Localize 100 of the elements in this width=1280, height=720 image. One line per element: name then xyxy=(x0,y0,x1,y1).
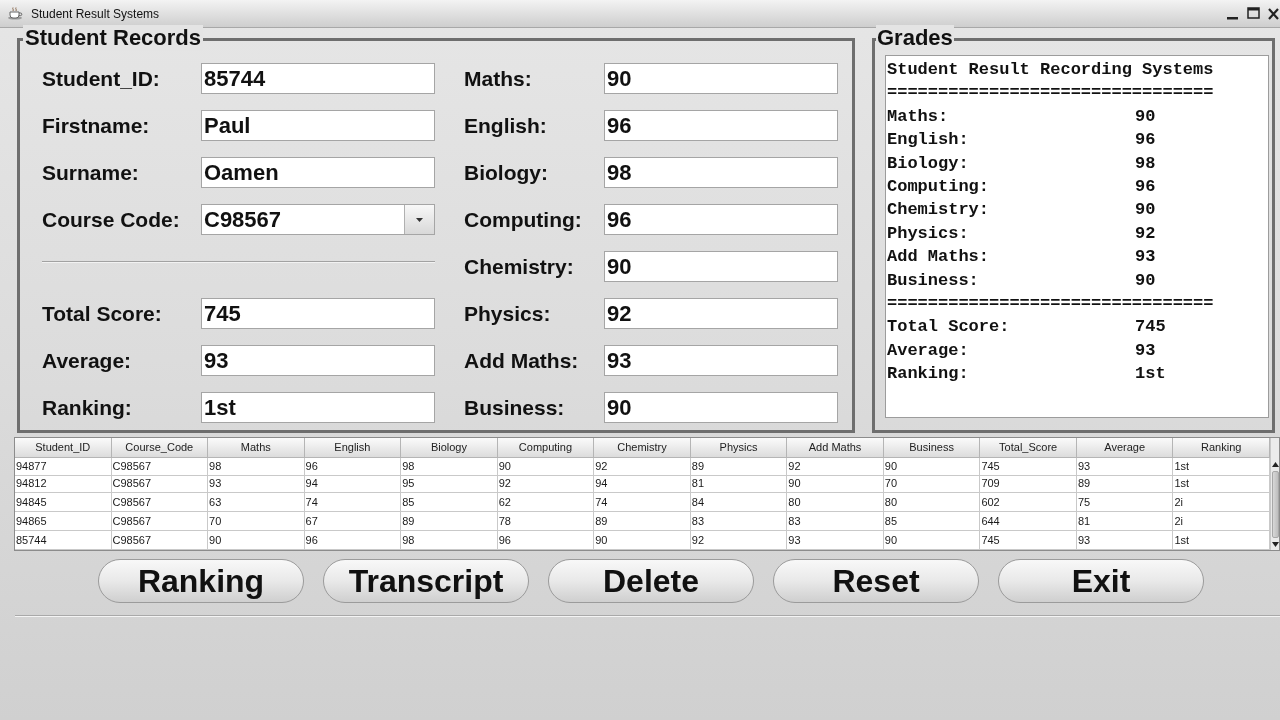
table-cell: 85744 xyxy=(15,531,112,550)
action-button[interactable]: Reset xyxy=(773,559,979,603)
column-header[interactable]: Computing xyxy=(497,438,595,458)
text-field[interactable]: 90 xyxy=(604,392,838,423)
column-header[interactable]: Chemistry xyxy=(594,438,691,458)
field-label: Ranking: xyxy=(42,394,133,421)
text-field[interactable]: 98 xyxy=(604,157,838,188)
maximize-icon[interactable] xyxy=(1247,7,1260,20)
text-field[interactable]: 96 xyxy=(604,110,838,141)
scrollbar[interactable] xyxy=(1270,438,1279,550)
table-cell: 89 xyxy=(1076,474,1174,493)
table-cell: 93 xyxy=(1076,531,1174,550)
table-cell: 84 xyxy=(690,493,788,512)
text-field[interactable]: 93 xyxy=(201,345,435,376)
column-header[interactable]: Student_ID xyxy=(15,438,112,458)
column-header[interactable]: Business xyxy=(883,438,981,458)
scroll-down-arrow-icon[interactable] xyxy=(1271,542,1279,547)
action-button[interactable]: Ranking xyxy=(98,559,304,603)
table-cell: 96 xyxy=(304,531,402,550)
separator-line-text: ================================ xyxy=(887,293,1214,313)
table-cell: 74 xyxy=(304,493,402,512)
table-cell: C98567 xyxy=(111,512,209,531)
text-field[interactable]: 93 xyxy=(604,345,838,376)
table-cell: 80 xyxy=(883,493,981,512)
table-cell: 1st xyxy=(1173,474,1270,493)
dropdown-value: C98567 xyxy=(203,206,283,234)
report-label: Average: xyxy=(887,340,969,360)
report-label: Computing: xyxy=(887,176,990,196)
table-cell: 90 xyxy=(787,474,884,493)
text-field[interactable]: 90 xyxy=(604,63,838,94)
report-label: Ranking: xyxy=(887,364,969,384)
text-field[interactable]: Paul xyxy=(201,110,435,141)
table-cell: C98567 xyxy=(111,458,209,476)
table-cell: 89 xyxy=(594,512,691,531)
table-cell: 90 xyxy=(883,458,981,476)
report-label: Physics: xyxy=(887,223,969,243)
table-cell: 95 xyxy=(401,474,498,493)
table-cell: 94 xyxy=(304,474,402,493)
scroll-up-arrow-icon[interactable] xyxy=(1271,462,1279,467)
table-cell: 745 xyxy=(980,531,1077,550)
column-header[interactable]: English xyxy=(304,438,402,458)
table-cell: 74 xyxy=(594,493,691,512)
table-cell: C98567 xyxy=(111,531,209,550)
table-cell: 94877 xyxy=(15,458,112,476)
action-button[interactable]: Exit xyxy=(998,559,1204,603)
text-field[interactable]: 92 xyxy=(604,298,838,329)
table-cell: 93 xyxy=(1076,458,1174,476)
table-cell: 1st xyxy=(1173,531,1270,550)
table-cell: 2i xyxy=(1173,512,1270,531)
table-cell: 96 xyxy=(497,531,595,550)
report-label: English: xyxy=(887,130,969,150)
table-cell: 94845 xyxy=(15,493,112,512)
table-cell: 90 xyxy=(497,458,595,476)
caret-icon xyxy=(416,217,423,222)
field-label: Course Code: xyxy=(42,206,181,233)
text-field[interactable]: 96 xyxy=(604,204,838,235)
table-cell: 93 xyxy=(787,531,884,550)
text-field[interactable]: 85744 xyxy=(201,63,435,94)
field-label: Surname: xyxy=(42,159,140,186)
table-cell: 92 xyxy=(594,458,691,476)
table-cell: 90 xyxy=(208,531,305,550)
coffee-cup-icon xyxy=(7,7,23,20)
column-header[interactable]: Biology xyxy=(401,438,498,458)
scrollbar-thumb[interactable] xyxy=(1271,471,1279,538)
close-icon[interactable] xyxy=(1268,7,1279,20)
table-cell: 90 xyxy=(883,531,981,550)
table-cell: 709 xyxy=(980,474,1077,493)
table-cell: 89 xyxy=(401,512,498,531)
report-value: 98 xyxy=(1135,153,1156,173)
report-value: 90 xyxy=(1135,106,1156,126)
report-heading: Student Result Recording Systems xyxy=(887,60,1214,79)
column-header[interactable]: Total_Score xyxy=(980,438,1077,458)
report-value: 93 xyxy=(1135,340,1156,360)
column-header[interactable]: Add Maths xyxy=(787,438,884,458)
report-value: 90 xyxy=(1135,200,1156,220)
column-header[interactable]: Ranking xyxy=(1173,438,1270,458)
table-cell: 1st xyxy=(1173,458,1270,476)
table-cell: 85 xyxy=(401,493,498,512)
table-cell: 67 xyxy=(304,512,402,531)
table-cell: 70 xyxy=(208,512,305,531)
text-field[interactable]: 1st xyxy=(201,392,435,423)
column-header[interactable]: Physics xyxy=(690,438,788,458)
text-field[interactable]: 90 xyxy=(604,251,838,282)
table-cell: 89 xyxy=(690,458,788,476)
dropdown-field[interactable]: C98567 xyxy=(201,204,435,235)
table-cell: 62 xyxy=(497,493,595,512)
action-button[interactable]: Transcript xyxy=(323,559,529,603)
table-cell: 2i xyxy=(1173,493,1270,512)
table-cell: 81 xyxy=(690,474,788,493)
field-label: Chemistry: xyxy=(464,253,575,280)
action-button[interactable]: Delete xyxy=(548,559,754,603)
report-label: Total Score: xyxy=(887,317,1010,337)
text-field[interactable]: Oamen xyxy=(201,157,435,188)
table-cell: 94812 xyxy=(15,474,112,493)
column-header[interactable]: Average xyxy=(1076,438,1174,458)
table-cell: 96 xyxy=(304,458,402,476)
column-header[interactable]: Course_Code xyxy=(111,438,209,458)
text-field[interactable]: 745 xyxy=(201,298,435,329)
field-label: Business: xyxy=(464,394,566,421)
column-header[interactable]: Maths xyxy=(208,438,305,458)
